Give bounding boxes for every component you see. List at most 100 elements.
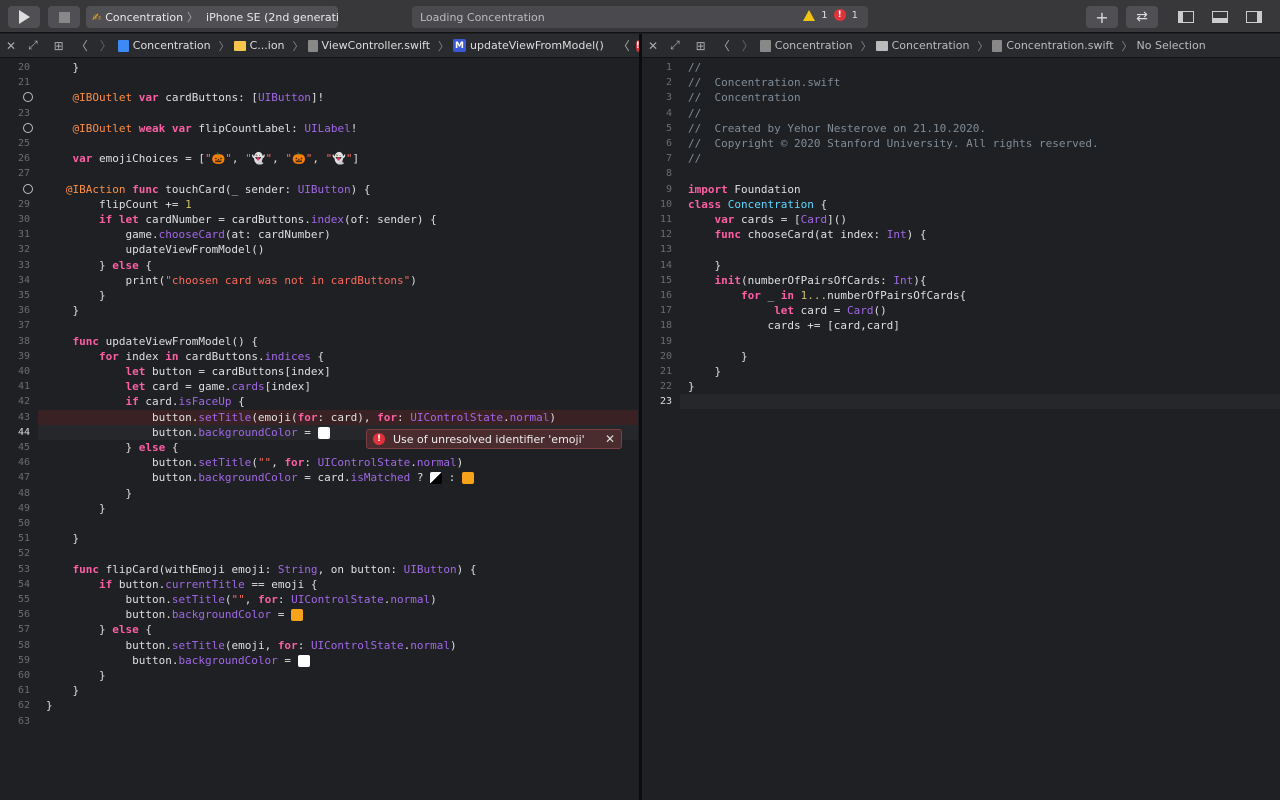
- debug-area-toggle[interactable]: [1202, 6, 1238, 28]
- outlet-connection-icon[interactable]: [23, 122, 33, 133]
- code-line[interactable]: 10 class Concentration {: [642, 197, 827, 212]
- code-line[interactable]: 32 updateViewFromModel(): [0, 242, 265, 257]
- code-line[interactable]: 56 button.backgroundColor =: [0, 607, 304, 622]
- code-line[interactable]: @IBAction func touchCard(_ sender: UIBut…: [0, 182, 371, 197]
- chevron-left-icon[interactable]: 〈: [76, 37, 88, 54]
- code-line[interactable]: 52: [0, 546, 46, 561]
- code-line[interactable]: @IBOutlet weak var flipCountLabel: UILab…: [0, 121, 358, 136]
- color-literal-swatch[interactable]: [430, 472, 443, 485]
- expand-icon[interactable]: ⤢: [28, 38, 38, 53]
- code-line[interactable]: 3 // Concentration: [642, 90, 801, 105]
- breadcrumb-project[interactable]: Concentration: [117, 39, 211, 52]
- code-line[interactable]: 12 func chooseCard(at index: Int) {: [642, 227, 927, 242]
- close-icon[interactable]: ✕: [6, 39, 16, 53]
- code-line[interactable]: 58 button.setTitle(emoji, for: UIControl…: [0, 638, 457, 653]
- breadcrumb-selection[interactable]: No Selection: [1137, 39, 1206, 52]
- code-line[interactable]: 40 let button = cardButtons[index]: [0, 364, 331, 379]
- breadcrumb-project[interactable]: Concentration: [759, 39, 853, 52]
- code-review-button[interactable]: ⇄: [1126, 6, 1158, 28]
- breadcrumb-folder[interactable]: Concentration: [875, 39, 969, 52]
- scheme-selector[interactable]: ✍ Concentration 〉 iPhone SE (2nd generat…: [86, 6, 338, 28]
- breadcrumb-file[interactable]: ViewController.swift: [307, 39, 430, 52]
- chevron-left-icon[interactable]: 〈: [718, 37, 730, 54]
- code-line[interactable]: 41 let card = game.cards[index]: [0, 379, 311, 394]
- chevron-right-icon[interactable]: 〉: [742, 37, 754, 54]
- color-literal-swatch[interactable]: [297, 654, 310, 667]
- code-line[interactable]: 6 // Copyright © 2020 Stanford University…: [642, 136, 1099, 151]
- code-line[interactable]: 50: [0, 516, 46, 531]
- code-line[interactable]: 35 }: [0, 288, 106, 303]
- grid-icon[interactable]: ⊞: [696, 39, 706, 53]
- code-line[interactable]: 43 button.setTitle(emoji(for: card), for…: [0, 410, 556, 425]
- code-line[interactable]: 9 import Foundation: [642, 182, 801, 197]
- code-line[interactable]: 34 print("choosen card was not in cardBu…: [0, 273, 417, 288]
- library-button[interactable]: +: [1086, 6, 1118, 28]
- code-line[interactable]: 13: [642, 242, 688, 257]
- color-literal-swatch[interactable]: [462, 472, 475, 485]
- code-line[interactable]: 60 }: [0, 668, 106, 683]
- code-line[interactable]: 8: [642, 166, 688, 181]
- navigator-toggle[interactable]: [1168, 6, 1204, 28]
- code-line[interactable]: 53 func flipCard(withEmoji emoji: String…: [0, 562, 477, 577]
- warning-icon[interactable]: [803, 9, 816, 21]
- outlet-connection-icon[interactable]: [23, 183, 33, 194]
- code-line[interactable]: 54 if button.currentTitle == emoji {: [0, 577, 318, 592]
- code-line[interactable]: 63: [0, 714, 46, 729]
- code-line[interactable]: 45 } else {: [0, 440, 179, 455]
- grid-icon[interactable]: ⊞: [54, 39, 64, 53]
- code-line[interactable]: 21 }: [642, 364, 721, 379]
- code-line[interactable]: 48 }: [0, 486, 132, 501]
- code-line[interactable]: 30 if let cardNumber = cardButtons.index…: [0, 212, 437, 227]
- code-line[interactable]: 23: [0, 106, 46, 121]
- close-icon[interactable]: ✕: [648, 39, 658, 53]
- code-line[interactable]: 17 let card = Card(): [642, 303, 887, 318]
- code-line[interactable]: 59 button.backgroundColor =: [0, 653, 310, 668]
- stop-button[interactable]: [48, 6, 80, 28]
- breadcrumb-file[interactable]: Concentration.swift: [992, 39, 1114, 52]
- code-line[interactable]: 33 } else {: [0, 258, 152, 273]
- code-line[interactable]: 36 }: [0, 303, 79, 318]
- chevron-left-icon[interactable]: 〈: [618, 37, 630, 54]
- right-code-editor[interactable]: 1 // 2 // Concentration.swift 3 // Concentrat…: [642, 59, 1280, 800]
- error-icon[interactable]: !: [833, 9, 846, 21]
- code-line[interactable]: 2 // Concentration.swift: [642, 75, 840, 90]
- code-line[interactable]: 23: [642, 394, 688, 409]
- code-line[interactable]: 39 for index in cardButtons.indices {: [0, 349, 324, 364]
- code-line[interactable]: 16 for _ in 1...numberOfPairsOfCards{: [642, 288, 966, 303]
- breadcrumb-method[interactable]: MupdateViewFromModel(): [453, 39, 604, 52]
- warning-count[interactable]: 1: [821, 10, 827, 21]
- code-line[interactable]: 37: [0, 318, 46, 333]
- error-popup[interactable]: ! Use of unresolved identifier 'emoji' ✕: [366, 429, 622, 449]
- close-icon[interactable]: ✕: [605, 432, 615, 446]
- breadcrumb-folder[interactable]: C...ion: [233, 39, 285, 52]
- chevron-right-icon[interactable]: 〉: [100, 37, 112, 54]
- code-line[interactable]: 31 game.chooseCard(at: cardNumber): [0, 227, 331, 242]
- code-line[interactable]: 62}: [0, 698, 53, 713]
- expand-icon[interactable]: ⤢: [670, 38, 680, 53]
- code-line[interactable]: 46 button.setTitle("", for: UIControlSta…: [0, 455, 463, 470]
- code-line[interactable]: 29 flipCount += 1: [0, 197, 192, 212]
- code-line[interactable]: 55 button.setTitle("", for: UIControlSta…: [0, 592, 437, 607]
- error-count[interactable]: 1: [852, 10, 858, 21]
- inspector-toggle[interactable]: [1236, 6, 1272, 28]
- code-line[interactable]: 27: [0, 166, 46, 181]
- code-line[interactable]: 44 button.backgroundColor =: [0, 425, 330, 440]
- code-line[interactable]: 21: [0, 75, 46, 90]
- color-literal-swatch[interactable]: [317, 426, 330, 439]
- code-line[interactable]: 15 init(numberOfPairsOfCards: Int){: [642, 273, 927, 288]
- code-line[interactable]: 19: [642, 334, 688, 349]
- code-line[interactable]: 14 }: [642, 258, 721, 273]
- run-button[interactable]: [8, 6, 40, 28]
- code-line[interactable]: 49 }: [0, 501, 106, 516]
- code-line[interactable]: 18 cards += [card,card]: [642, 318, 900, 333]
- code-line[interactable]: 20 }: [642, 349, 748, 364]
- code-line[interactable]: 5 // Created by Yehor Nesterove on 21.10.…: [642, 121, 986, 136]
- code-line[interactable]: 25: [0, 136, 46, 151]
- code-line[interactable]: 38 func updateViewFromModel() {: [0, 334, 258, 349]
- code-line[interactable]: 61 }: [0, 683, 79, 698]
- color-literal-swatch[interactable]: [291, 609, 304, 622]
- code-line[interactable]: 7 //: [642, 151, 701, 166]
- code-line[interactable]: 4 //: [642, 106, 701, 121]
- code-line[interactable]: 22}: [642, 379, 695, 394]
- code-line[interactable]: @IBOutlet var cardButtons: [UIButton]!: [0, 90, 325, 105]
